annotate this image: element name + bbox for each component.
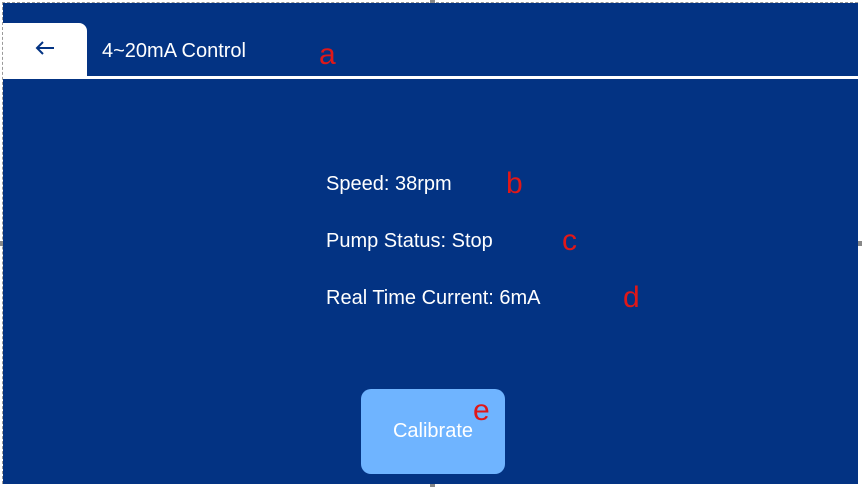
- annotation-a: a: [319, 38, 336, 71]
- annotation-c: c: [562, 224, 577, 257]
- calibrate-button-label: Calibrate: [392, 420, 474, 442]
- page-title: 4~20mA Control: [102, 40, 246, 62]
- annotation-d: d: [623, 281, 640, 314]
- pump-status-readout: Pump Status: Stop: [326, 230, 493, 252]
- arrow-left-icon: [34, 37, 56, 64]
- current-readout: Real Time Current: 6mA: [326, 287, 541, 309]
- annotation-b: b: [506, 167, 523, 200]
- annotation-e: e: [473, 394, 490, 427]
- control-screen: 4~20mA Control Speed: 38rpm Pump Status:…: [3, 3, 858, 484]
- header-divider: [3, 76, 858, 79]
- back-button[interactable]: [3, 23, 87, 77]
- speed-readout: Speed: 38rpm: [326, 173, 452, 195]
